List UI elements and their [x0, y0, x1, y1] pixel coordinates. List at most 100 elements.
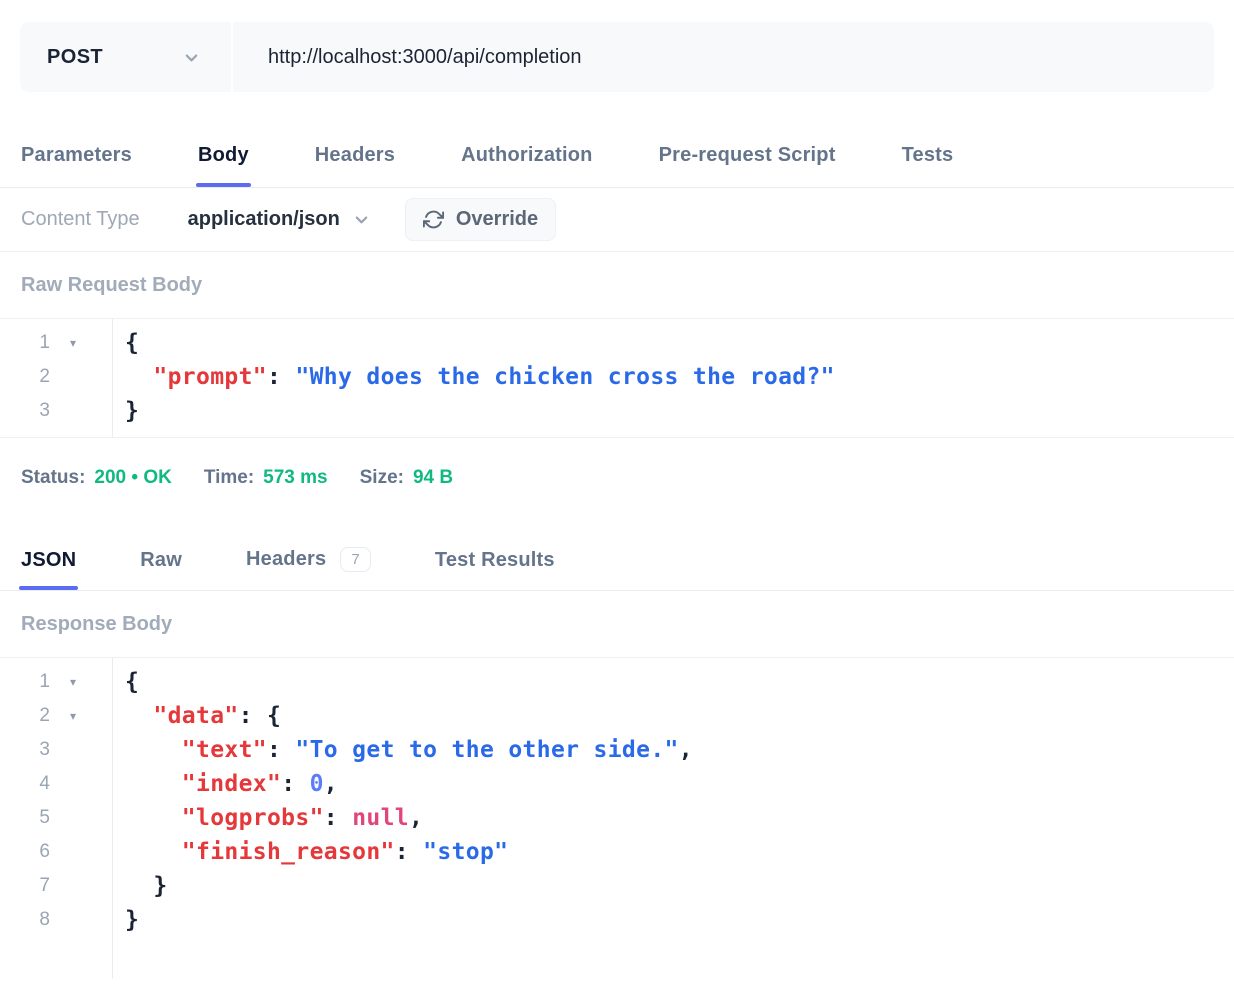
chevron-down-icon: [354, 212, 369, 227]
status-item: Size: 94 B: [360, 467, 454, 489]
line-number: 1: [0, 326, 50, 360]
request-tab-pre-request-script[interactable]: Pre-request Script: [659, 144, 836, 187]
code-token: [125, 364, 153, 390]
code-token: [125, 737, 182, 763]
line-number: 8: [0, 903, 50, 937]
code-token: [125, 839, 182, 865]
gutter: 2: [0, 360, 112, 394]
line-number: 5: [0, 801, 50, 835]
request-tab-headers[interactable]: Headers: [315, 144, 395, 187]
fold-spacer: [50, 801, 96, 835]
code-content: "data": {: [112, 699, 281, 733]
code-token: :: [267, 364, 295, 390]
fold-toggle-icon[interactable]: ▾: [50, 665, 96, 699]
code-token: "stop": [423, 839, 508, 865]
code-line: 3 "text": "To get to the other side.",: [0, 733, 1234, 767]
fold-toggle-icon[interactable]: ▾: [50, 699, 96, 733]
code-content: "text": "To get to the other side.",: [112, 733, 693, 767]
status-value: 94 B: [413, 467, 453, 489]
code-token: }: [125, 907, 139, 933]
request-body-editor[interactable]: 1▾{2 "prompt": "Why does the chicken cro…: [0, 319, 1234, 438]
request-tab-body[interactable]: Body: [198, 144, 249, 187]
gutter: 5: [0, 801, 112, 835]
code-content: }: [112, 394, 139, 428]
code-token: :: [281, 771, 309, 797]
content-type-label: Content Type: [21, 208, 140, 231]
status-label: Size:: [360, 467, 404, 489]
response-body-editor[interactable]: 1▾{2▾ "data": {3 "text": "To get to the …: [0, 658, 1234, 979]
code-line: 6 "finish_reason": "stop": [0, 835, 1234, 869]
code-token: "finish_reason": [182, 839, 395, 865]
content-type-row: Content Type application/json Override: [0, 188, 1234, 252]
response-tab-test-results[interactable]: Test Results: [435, 549, 555, 590]
code-token: ,: [324, 771, 338, 797]
gutter: 6: [0, 835, 112, 869]
line-number: 3: [0, 394, 50, 428]
url-input[interactable]: [233, 22, 1214, 92]
response-body-title: Response Body: [0, 591, 1234, 658]
code-token: "data": [153, 703, 238, 729]
code-token: "logprobs": [182, 805, 324, 831]
tab-label: Authorization: [461, 144, 592, 167]
line-number: 6: [0, 835, 50, 869]
line-number: 2: [0, 360, 50, 394]
fold-toggle-icon[interactable]: ▾: [50, 326, 96, 360]
request-method-select[interactable]: POST: [20, 22, 231, 92]
code-line: 2▾ "data": {: [0, 699, 1234, 733]
gutter: 3: [0, 733, 112, 767]
code-token: "text": [182, 737, 267, 763]
status-label: Time:: [204, 467, 254, 489]
code-content: "logprobs": null,: [112, 801, 423, 835]
request-tab-parameters[interactable]: Parameters: [21, 144, 132, 187]
code-line: 3}: [0, 394, 1234, 428]
status-item: Time:573 ms: [204, 467, 328, 489]
gutter: 1▾: [0, 665, 112, 699]
status-value: 200 • OK: [94, 467, 171, 489]
line-number: 3: [0, 733, 50, 767]
code-token: :: [267, 737, 295, 763]
api-client-window: POST Parameters Body Headers Authorization P…: [0, 22, 1234, 979]
tab-label: Headers: [246, 548, 326, 571]
response-tab-json[interactable]: JSON: [21, 549, 76, 590]
override-button[interactable]: Override: [405, 198, 556, 241]
code-token: :: [395, 839, 423, 865]
content-type-value: application/json: [188, 208, 340, 231]
code-token: "To get to the other side.": [295, 737, 678, 763]
request-body-title: Raw Request Body: [0, 252, 1234, 319]
code-content: "index": 0,: [112, 767, 338, 801]
content-type-select[interactable]: application/json: [188, 208, 369, 231]
line-number: 7: [0, 869, 50, 903]
code-token: {: [125, 669, 139, 695]
request-method-label: POST: [47, 46, 103, 69]
response-tab-raw[interactable]: Raw: [140, 549, 182, 590]
code-token: :: [324, 805, 352, 831]
code-token: "Why does the chicken cross the road?": [295, 364, 835, 390]
tab-label: Test Results: [435, 549, 555, 572]
fold-spacer: [50, 767, 96, 801]
tab-label: Parameters: [21, 144, 132, 167]
fold-spacer: [50, 394, 96, 428]
line-number: 1: [0, 665, 50, 699]
response-tab-headers[interactable]: Headers7: [246, 547, 371, 590]
gutter: 2▾: [0, 699, 112, 733]
code-token: }: [125, 873, 168, 899]
code-token: "index": [182, 771, 281, 797]
gutter: 1▾: [0, 326, 112, 360]
code-line: 1▾ {: [0, 665, 1234, 699]
fold-spacer: [50, 360, 96, 394]
code-line: 5 "logprobs": null,: [0, 801, 1234, 835]
status-label: Status:: [21, 467, 85, 489]
tab-label: Headers: [315, 144, 395, 167]
fold-spacer: [50, 733, 96, 767]
request-tab-tests[interactable]: Tests: [902, 144, 954, 187]
code-token: {: [125, 330, 139, 356]
code-line: 1▾ {: [0, 326, 1234, 360]
code-line: 4 "index": 0,: [0, 767, 1234, 801]
status-item: Status: 200 • OK: [21, 467, 172, 489]
request-tab-authorization[interactable]: Authorization: [461, 144, 592, 187]
gutter: 7: [0, 869, 112, 903]
code-token: [125, 703, 153, 729]
code-content: }: [112, 869, 168, 903]
gutter: 4: [0, 767, 112, 801]
code-token: null: [352, 805, 409, 831]
